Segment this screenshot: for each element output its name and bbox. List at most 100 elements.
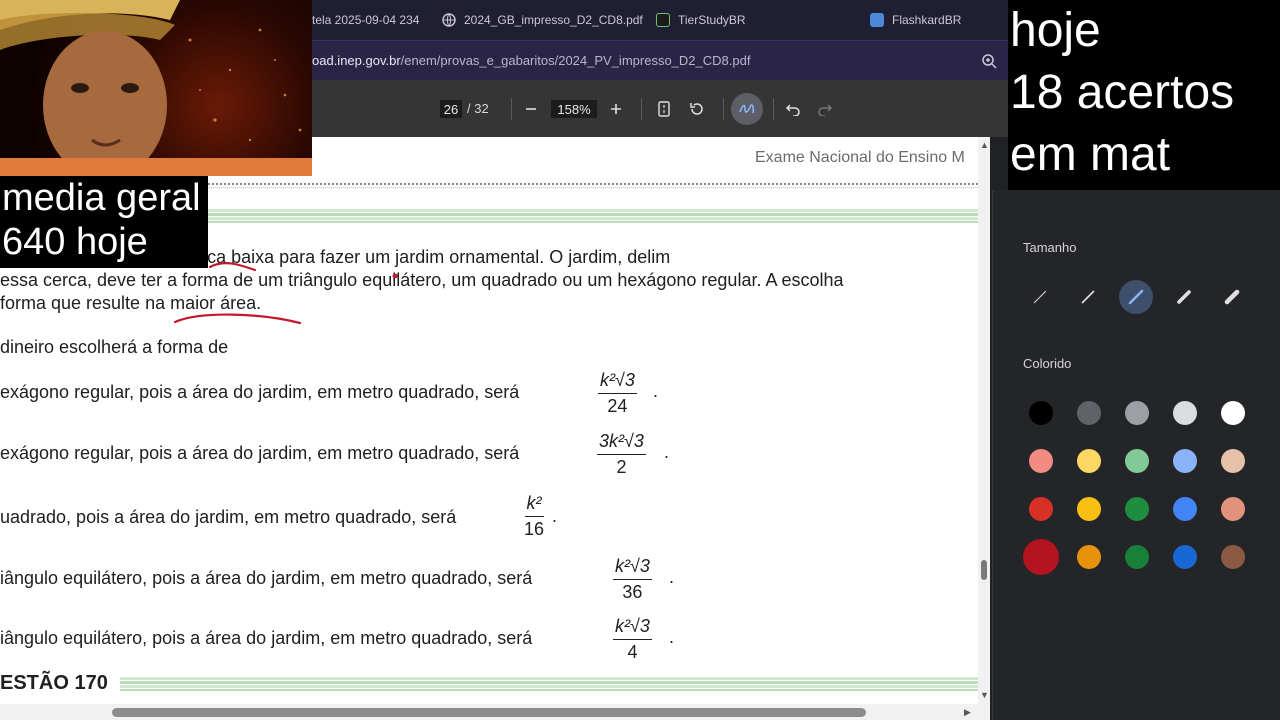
overlay-line: 640 hoje — [2, 221, 148, 263]
fraction-denominator: 4 — [627, 642, 638, 662]
color-swatch[interactable] — [1125, 497, 1149, 521]
size-option-5[interactable] — [1215, 280, 1249, 314]
rotate-icon — [690, 103, 703, 115]
fraction-denominator: 2 — [616, 457, 627, 477]
plus-icon — [611, 104, 621, 114]
color-swatch[interactable] — [1029, 449, 1053, 473]
color-swatch[interactable] — [1077, 497, 1101, 521]
horizontal-scroll-thumb[interactable] — [112, 708, 866, 717]
stats-overlay-right: hoje 18 acertos em mat — [1008, 0, 1280, 190]
tab-label[interactable]: tela 2025-09-04 234 — [312, 13, 419, 27]
bookmark-icon — [870, 13, 884, 27]
size-option-1[interactable] — [1023, 280, 1057, 314]
numerator-text: k²√3 — [600, 370, 635, 390]
color-swatch[interactable] — [1023, 539, 1059, 575]
color-swatch[interactable] — [1125, 449, 1149, 473]
option-d-text: iângulo equilátero, pois a área do jardi… — [0, 568, 533, 588]
app-icon — [656, 13, 670, 27]
vertical-scroll-thumb[interactable] — [981, 560, 987, 580]
overlay-line: em mat — [1010, 128, 1171, 181]
scroll-up-icon[interactable]: ▲ — [980, 140, 989, 150]
color-swatch[interactable] — [1125, 545, 1149, 569]
color-swatch[interactable] — [1077, 545, 1101, 569]
globe-icon — [442, 13, 456, 27]
redo-button[interactable] — [814, 98, 836, 120]
rotate-button[interactable] — [686, 98, 708, 120]
undo-button[interactable] — [782, 98, 804, 120]
vertical-scrollbar[interactable] — [978, 137, 990, 704]
scroll-right-icon[interactable]: ▶ — [964, 707, 971, 718]
fraction-denominator: 16 — [524, 519, 545, 539]
stats-overlay-left: media geral 640 hoje — [0, 176, 208, 268]
overlay-line: hoje — [1010, 4, 1101, 57]
fit-page-icon — [658, 101, 670, 117]
period: . — [669, 627, 675, 647]
fit-page-button[interactable] — [653, 98, 675, 120]
url-text[interactable]: oad.inep.gov.br/enem/provas_e_gabaritos/… — [312, 53, 750, 68]
color-swatch[interactable] — [1125, 401, 1149, 425]
pen-size-icon — [1177, 290, 1191, 304]
question-prompt: dineiro escolherá a forma de — [0, 337, 229, 357]
numerator-text: k² — [526, 493, 542, 513]
question-line-3: forma que resulte na maior área. — [0, 293, 262, 313]
fraction-numerator: k²√3 — [598, 370, 637, 394]
url-host: oad.inep.gov.br — [312, 53, 401, 68]
tab-tierstudy[interactable]: TierStudyBR — [656, 0, 746, 40]
draw-button[interactable] — [731, 93, 763, 125]
toolbar-divider — [641, 98, 642, 120]
overlay-line: media geral — [2, 177, 201, 219]
color-swatch[interactable] — [1173, 401, 1197, 425]
option-c-fraction: k² 16 — [524, 493, 544, 540]
annotation-panel: Tamanho Colorido — [992, 190, 1280, 720]
fraction-denominator: 36 — [622, 582, 643, 602]
fraction-numerator: 3k²√3 — [597, 431, 646, 455]
tab-flashkard[interactable]: FlashkardBR — [870, 0, 961, 40]
color-swatch[interactable] — [1029, 401, 1053, 425]
option-e-fraction: k²√3 4 — [613, 616, 652, 663]
period: . — [664, 442, 670, 462]
size-label: Tamanho — [1023, 240, 1077, 255]
option-c-text: uadrado, pois a área do jardim, em metro… — [0, 507, 457, 527]
toolbar-divider — [723, 98, 724, 120]
color-swatch[interactable] — [1077, 449, 1101, 473]
tab-label: FlashkardBR — [892, 13, 962, 27]
color-swatch[interactable] — [1077, 401, 1101, 425]
color-swatch[interactable] — [1173, 497, 1197, 521]
toolbar-divider — [511, 98, 512, 120]
color-swatch[interactable] — [1221, 545, 1245, 569]
option-b-fraction: 3k²√3 2 — [597, 431, 646, 478]
page-total: / 32 — [467, 101, 489, 116]
redo-icon — [818, 104, 833, 116]
option-a-text: exágono regular, pois a área do jardim, … — [0, 382, 520, 402]
color-swatch[interactable] — [1221, 401, 1245, 425]
color-swatch[interactable] — [1221, 497, 1245, 521]
period: . — [669, 567, 675, 587]
option-e-text: iângulo equilátero, pois a área do jardi… — [0, 628, 533, 648]
zoom-in-button[interactable] — [605, 98, 627, 120]
pen-size-icon — [1224, 289, 1240, 305]
pen-size-icon — [1128, 289, 1144, 305]
color-swatch[interactable] — [1173, 449, 1197, 473]
color-swatch[interactable] — [1221, 449, 1245, 473]
size-option-2[interactable] — [1071, 280, 1105, 314]
zoom-level-input[interactable]: 158% — [551, 100, 597, 118]
fraction-numerator: k² — [524, 493, 544, 517]
tab-label: 2024_GB_impresso_D2_CD8.pdf — [464, 13, 643, 27]
color-swatch[interactable] — [1173, 545, 1197, 569]
color-swatch[interactable] — [1029, 497, 1053, 521]
size-option-4[interactable] — [1167, 280, 1201, 314]
zoom-out-button[interactable] — [520, 98, 542, 120]
minus-icon — [526, 108, 536, 110]
zoom-icon[interactable] — [981, 53, 997, 69]
fraction-denominator: 24 — [607, 396, 628, 416]
page-number-input[interactable]: 26 — [440, 100, 462, 118]
numerator-text: k²√3 — [615, 616, 650, 636]
tab-pdf-gb[interactable]: 2024_GB_impresso_D2_CD8.pdf — [442, 0, 643, 40]
size-option-3[interactable] — [1119, 280, 1153, 314]
pen-size-icon — [1081, 290, 1095, 304]
question-divider — [120, 677, 978, 691]
scroll-down-icon[interactable]: ▼ — [980, 690, 989, 700]
numerator-text: 3k²√3 — [599, 431, 644, 451]
option-d-fraction: k²√3 36 — [613, 556, 652, 603]
numerator-text: k²√3 — [615, 556, 650, 576]
